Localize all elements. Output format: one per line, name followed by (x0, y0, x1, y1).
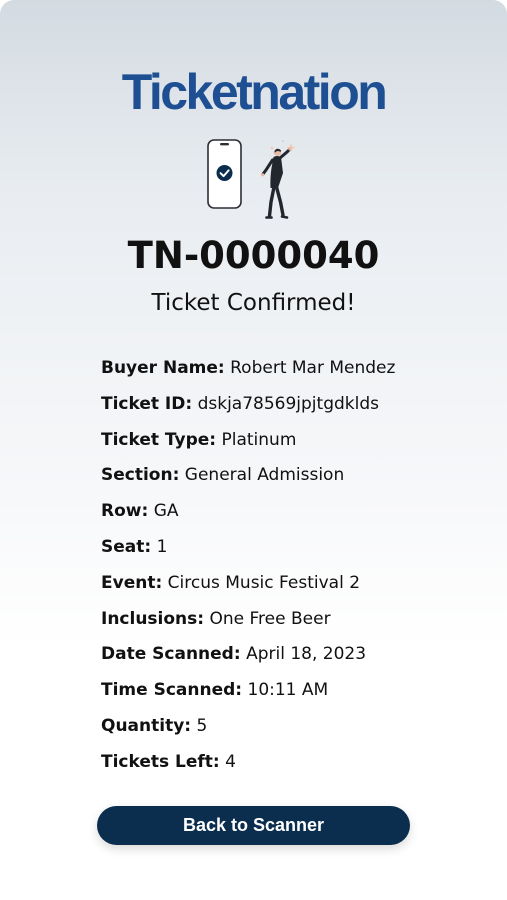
phone-check-icon (207, 139, 242, 209)
detail-event: Event: Circus Music Festival 2 (101, 568, 491, 604)
ticket-number: TN-0000040 (127, 234, 380, 277)
detail-value: 4 (225, 751, 236, 772)
detail-quantity: Quantity: 5 (101, 711, 491, 747)
detail-section: Section: General Admission (101, 460, 491, 496)
detail-label: Seat: (101, 536, 152, 557)
detail-ticket-type: Ticket Type: Platinum (101, 425, 491, 461)
brand-logo: Ticketnation (121, 64, 388, 120)
ticket-confirmation-screen: Ticketnation TN-0000040 Ticket Confirmed… (0, 0, 507, 900)
detail-value: Circus Music Festival 2 (167, 572, 361, 593)
detail-value: General Admission (184, 465, 345, 486)
detail-value: One Free Beer (209, 608, 331, 629)
detail-label: Event: (101, 572, 163, 593)
detail-label: Inclusions: (101, 608, 205, 629)
detail-value: 5 (196, 715, 208, 736)
detail-buyer-name: Buyer Name: Robert Mar Mendez (101, 353, 491, 389)
detail-label: Tickets Left: (101, 751, 220, 772)
ticket-confirmed-illustration (207, 139, 296, 219)
celebrating-person-icon (261, 140, 296, 219)
back-to-scanner-button[interactable]: Back to Scanner (97, 806, 410, 845)
detail-row: Row: GA (101, 496, 491, 532)
detail-value: dskja78569jpjtgdklds (197, 393, 379, 414)
detail-ticket-id: Ticket ID: dskja78569jpjtgdklds (101, 389, 491, 425)
detail-label: Row: (101, 501, 149, 522)
detail-time-scanned: Time Scanned: 10:11 AM (101, 675, 491, 711)
detail-inclusions: Inclusions: One Free Beer (101, 604, 491, 640)
detail-label: Ticket ID: (101, 393, 193, 414)
detail-value: Robert Mar Mendez (230, 358, 396, 378)
confirmation-status: Ticket Confirmed! (151, 290, 356, 316)
detail-label: Buyer Name: (101, 358, 225, 378)
detail-seat: Seat: 1 (101, 532, 491, 568)
detail-value: Platinum (221, 429, 297, 450)
detail-value: GA (153, 501, 179, 522)
detail-value: 1 (156, 536, 168, 557)
detail-label: Section: (101, 465, 180, 486)
detail-label: Ticket Type: (101, 429, 217, 450)
detail-date-scanned: Date Scanned: April 18, 2023 (101, 639, 491, 675)
ticket-details-list: Buyer Name: Robert Mar Mendez Ticket ID:… (101, 353, 491, 783)
detail-tickets-left: Tickets Left: 4 (101, 747, 491, 783)
detail-label: Quantity: (101, 715, 192, 736)
detail-value: 10:11 AM (247, 680, 329, 701)
detail-value: April 18, 2023 (246, 644, 367, 665)
detail-label: Date Scanned: (101, 644, 241, 665)
detail-label: Time Scanned: (101, 680, 243, 701)
